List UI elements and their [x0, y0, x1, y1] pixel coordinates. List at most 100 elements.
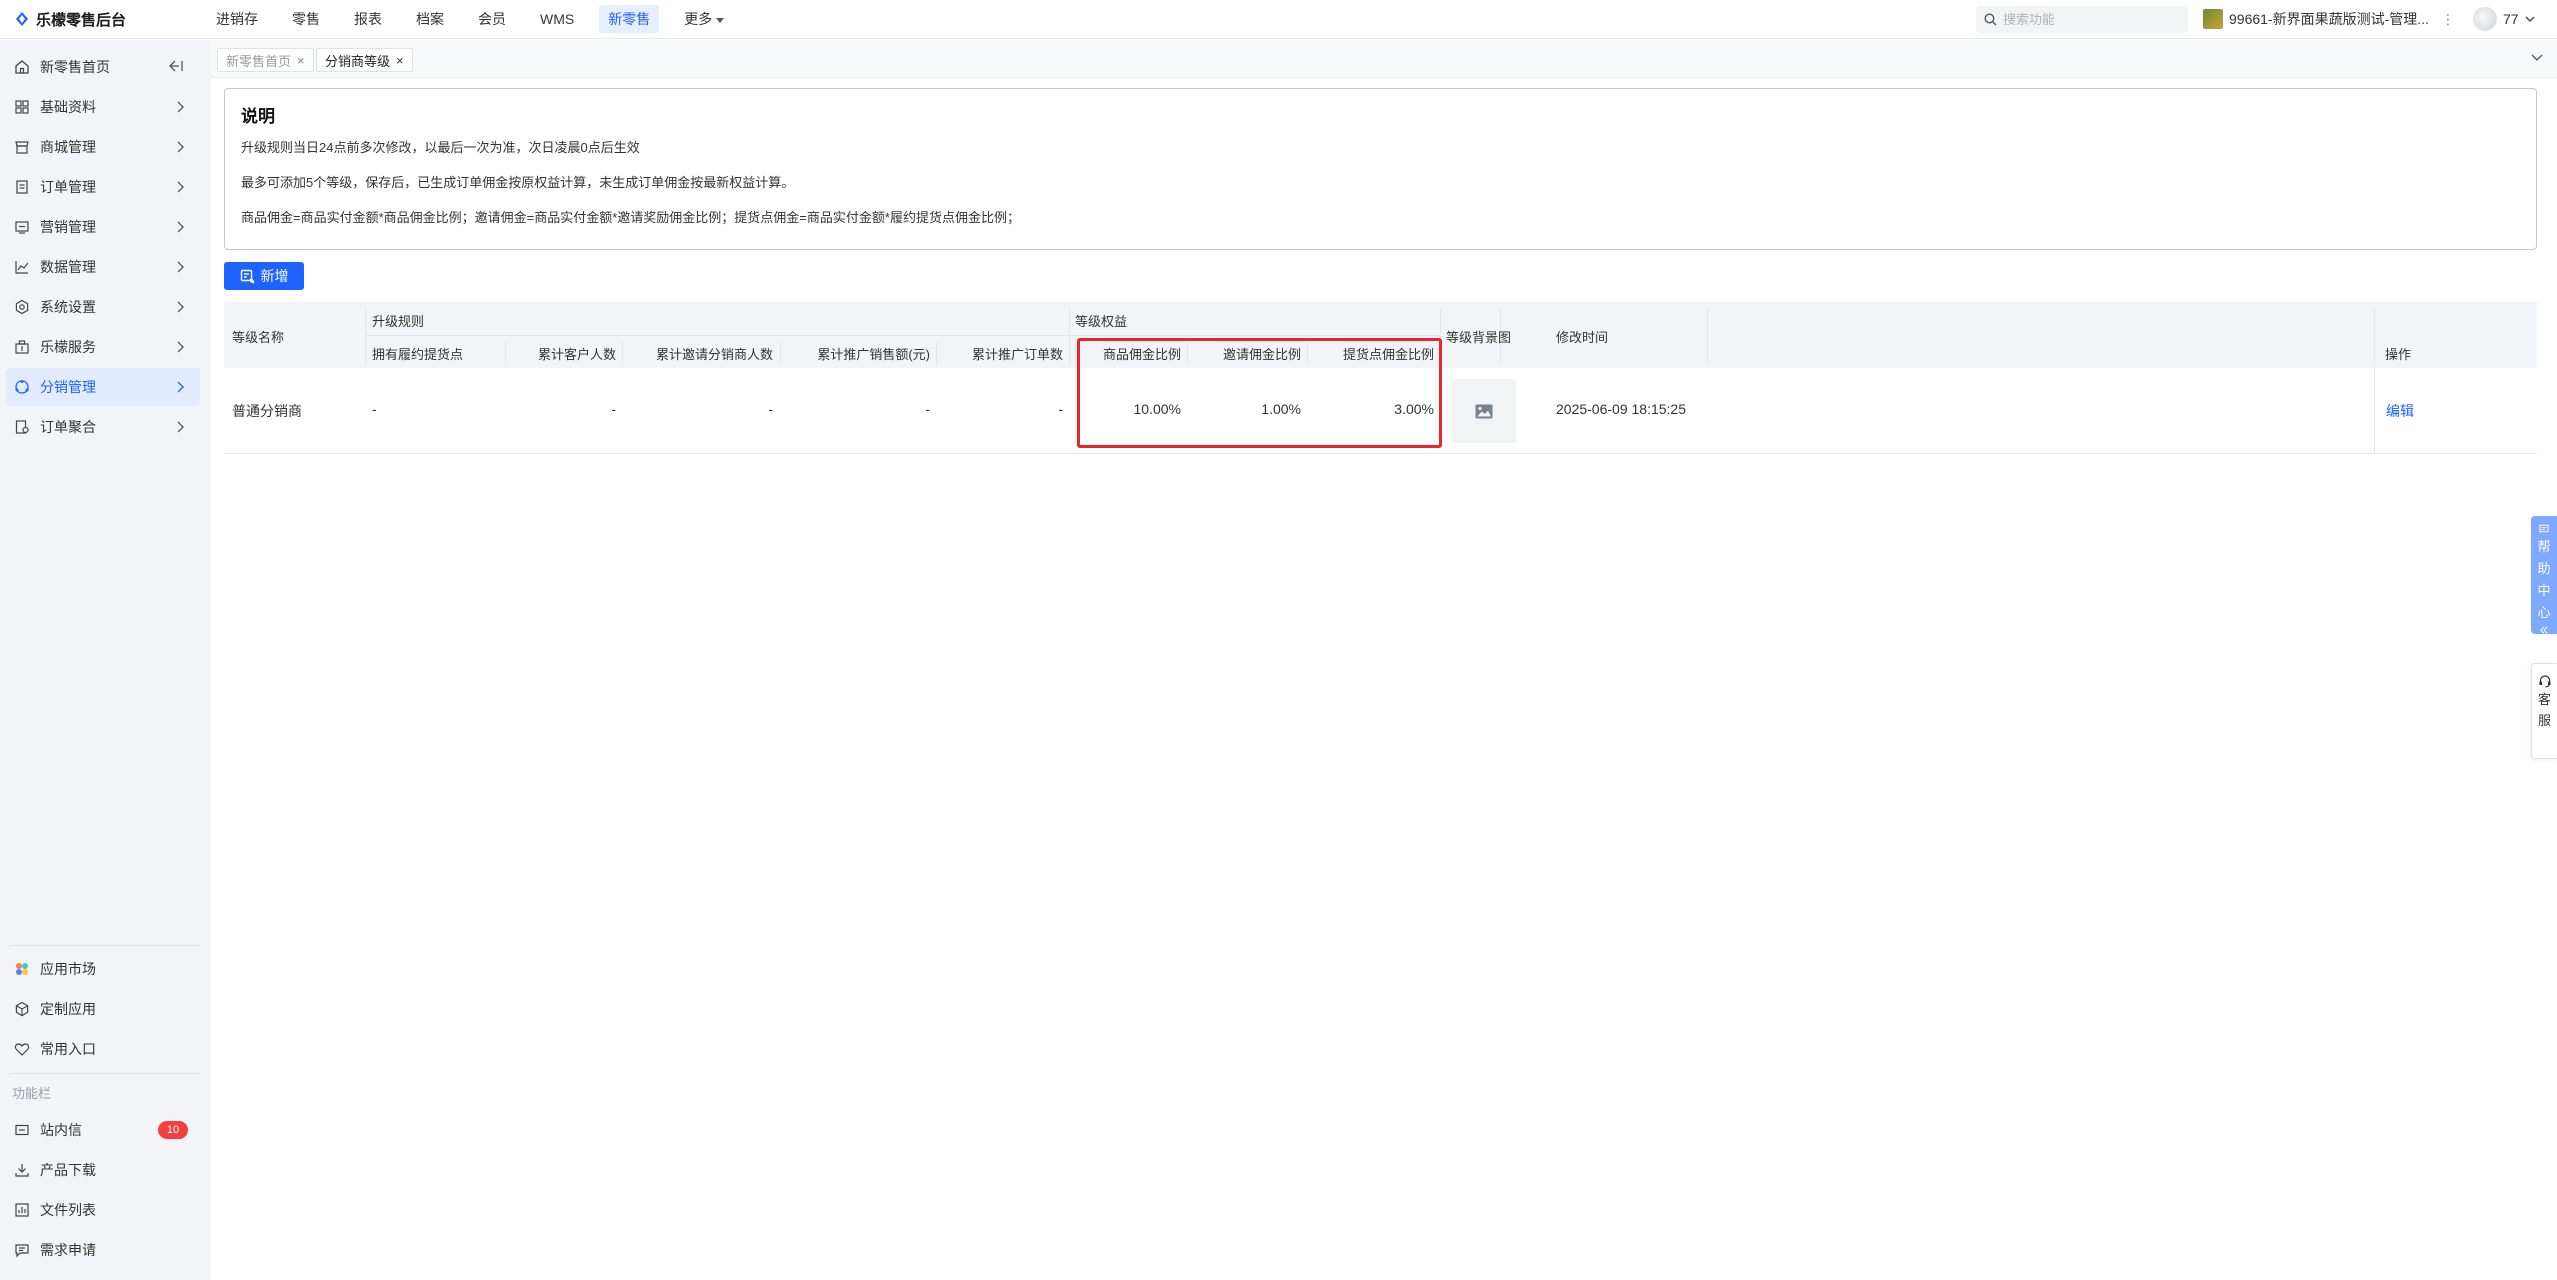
sidebar-item-label: 系统设置 [40, 299, 96, 315]
sidebar-item-order-aggregation[interactable]: 订单聚合 [0, 408, 200, 446]
chevron-right-icon [177, 341, 184, 353]
chevron-down-icon [2525, 16, 2535, 22]
search-input[interactable] [2003, 12, 2173, 27]
sidebar-item-marketing[interactable]: 营销管理 [0, 208, 200, 246]
sidebar-item-label: 乐檬服务 [40, 339, 96, 355]
app-title: 乐檬零售后台 [36, 11, 127, 29]
sidebar-item-system-settings[interactable]: 系统设置 [0, 288, 200, 326]
sidebar-item-product-download[interactable]: 产品下载 [0, 1151, 200, 1189]
help-char: 帮 [2537, 538, 2551, 554]
mail-icon [15, 1124, 29, 1136]
topnav-item-wms[interactable]: WMS [531, 7, 583, 31]
sidebar-item-distribution-management[interactable]: 分销管理 [0, 368, 200, 406]
sidebar-item-basic-data[interactable]: 基础资料 [0, 88, 200, 126]
service-char: 服 [2537, 713, 2551, 728]
cell-pickup-points: - [372, 401, 377, 417]
chevron-right-icon [177, 221, 184, 233]
header-product-commission: 商品佣金比例 [1102, 347, 1181, 362]
help-icon [2539, 524, 2549, 533]
close-icon[interactable]: × [396, 54, 404, 67]
sidebar: 新零售首页 基础资料 商城管理 订单管理 营销管理 数据管理 系统设置 乐檬服务 [0, 40, 211, 1280]
topnav-item-members[interactable]: 会员 [469, 5, 515, 33]
cell-sales-amount: - [925, 401, 930, 417]
topnav-item-reports[interactable]: 报表 [345, 5, 391, 33]
sidebar-item-order-management[interactable]: 订单管理 [0, 168, 200, 206]
headset-icon [2539, 675, 2550, 688]
sidebar-divider [10, 1073, 200, 1074]
store-avatar [2203, 9, 2223, 29]
sidebar-item-messages[interactable]: 站内信 10 [0, 1111, 200, 1149]
sidebar-item-custom-apps[interactable]: 定制应用 [0, 990, 200, 1028]
sidebar-item-mall-management[interactable]: 商城管理 [0, 128, 200, 166]
header-level-name: 等级名称 [232, 330, 285, 345]
sidebar-item-requests[interactable]: 需求申请 [0, 1231, 200, 1269]
store-label: 99661-新界面果蔬版测试-管理... [2229, 11, 2429, 27]
sidebar-item-label: 数据管理 [40, 259, 96, 275]
help-center-widget[interactable]: 帮 助 中 心 [2531, 516, 2557, 634]
cell-pickup-commission: 3.00% [1394, 401, 1434, 417]
custom-app-icon [15, 1001, 29, 1017]
chevron-right-icon [177, 301, 184, 313]
help-char: 中 [2537, 582, 2551, 598]
header-actions: 操作 [2385, 347, 2412, 362]
store-menu-icon[interactable]: ⋮ [2441, 11, 2456, 28]
user-menu[interactable]: 77 [2473, 7, 2535, 31]
chevron-right-icon [177, 261, 184, 273]
chevron-down-icon[interactable] [2531, 53, 2543, 63]
chevron-right-icon [177, 421, 184, 433]
caret-down-icon [716, 17, 725, 23]
top-nav: 进销存 零售 报表 档案 会员 WMS 新零售 更多 [207, 5, 749, 33]
tab-bar: 新零售首页 × 分销商等级 × [211, 40, 2557, 78]
background-image-thumbnail[interactable] [1452, 379, 1516, 443]
topnav-item-inventory[interactable]: 进销存 [207, 5, 267, 33]
download-icon [15, 1164, 29, 1177]
header-sales-amount: 累计推广销售额(元) [817, 347, 930, 362]
avatar [2473, 7, 2497, 31]
app-logo[interactable]: 乐檬零售后台 [0, 9, 200, 30]
sidebar-item-data-management[interactable]: 数据管理 [0, 248, 200, 286]
order-aggregate-icon [15, 420, 29, 434]
close-icon[interactable]: × [297, 54, 305, 67]
service-char: 客 [2537, 692, 2551, 707]
sidebar-item-app-market[interactable]: 应用市场 [0, 950, 200, 988]
service-icon [15, 340, 29, 354]
sidebar-item-label: 新零售首页 [40, 59, 110, 75]
collapse-sidebar-icon[interactable] [168, 59, 184, 73]
add-level-button[interactable]: 新增 [224, 262, 304, 290]
sidebar-item-label: 基础资料 [40, 99, 96, 115]
sidebar-item-label: 分销管理 [40, 379, 96, 395]
topnav-item-new-retail[interactable]: 新零售 [599, 5, 660, 33]
topnav-more-label: 更多 [684, 11, 713, 27]
header-customers: 累计客户人数 [537, 347, 616, 362]
chart-icon [15, 261, 29, 274]
sidebar-divider [10, 945, 200, 946]
sidebar-item-file-list[interactable]: 文件列表 [0, 1191, 200, 1229]
cell-modified-time: 2025-06-09 18:15:25 [1556, 401, 1686, 417]
heart-icon [14, 1043, 30, 1056]
search-box[interactable] [1976, 6, 2188, 33]
header-order-count: 累计推广订单数 [971, 347, 1063, 362]
topnav-more[interactable]: 更多 [675, 5, 733, 33]
sidebar-item-new-retail-home[interactable]: 新零售首页 [0, 48, 200, 86]
topnav-item-archives[interactable]: 档案 [407, 5, 453, 33]
column-divider [365, 308, 366, 366]
tab-new-retail-home[interactable]: 新零售首页 × [217, 48, 314, 72]
top-bar: 乐檬零售后台 进销存 零售 报表 档案 会员 WMS 新零售 更多 99661-… [0, 0, 2557, 39]
sidebar-item-favorites[interactable]: 常用入口 [0, 1030, 200, 1068]
order-icon [16, 180, 28, 194]
store-selector[interactable]: 99661-新界面果蔬版测试-管理... ⋮ [2203, 9, 2456, 29]
notice-line: 最多可添加5个等级，保存后，已生成订单佣金按原权益计算，未生成订单佣金按最新权益… [241, 175, 795, 190]
sidebar-item-lemeng-service[interactable]: 乐檬服务 [0, 328, 200, 366]
store-icon [15, 141, 29, 154]
header-invited-distributors: 累计邀请分销商人数 [655, 347, 773, 362]
tab-distributor-level[interactable]: 分销商等级 × [316, 48, 413, 72]
table-header: 等级名称 升级规则 等级权益 等级背景图 修改时间 操作 拥有履约提货点 累计客… [224, 302, 2537, 368]
add-button-label: 新增 [260, 268, 289, 284]
customer-service-widget[interactable]: 客 服 [2531, 663, 2557, 759]
edit-link[interactable]: 编辑 [2386, 401, 2414, 421]
topnav-item-retail[interactable]: 零售 [283, 5, 329, 33]
chevron-right-icon [177, 101, 184, 113]
header-background: 等级背景图 [1446, 330, 1512, 345]
notice-box: 说明 升级规则当日24点前多次修改，以最后一次为准，次日凌晨0点后生效 最多可添… [224, 88, 2537, 250]
sidebar-item-label: 常用入口 [40, 1041, 96, 1057]
